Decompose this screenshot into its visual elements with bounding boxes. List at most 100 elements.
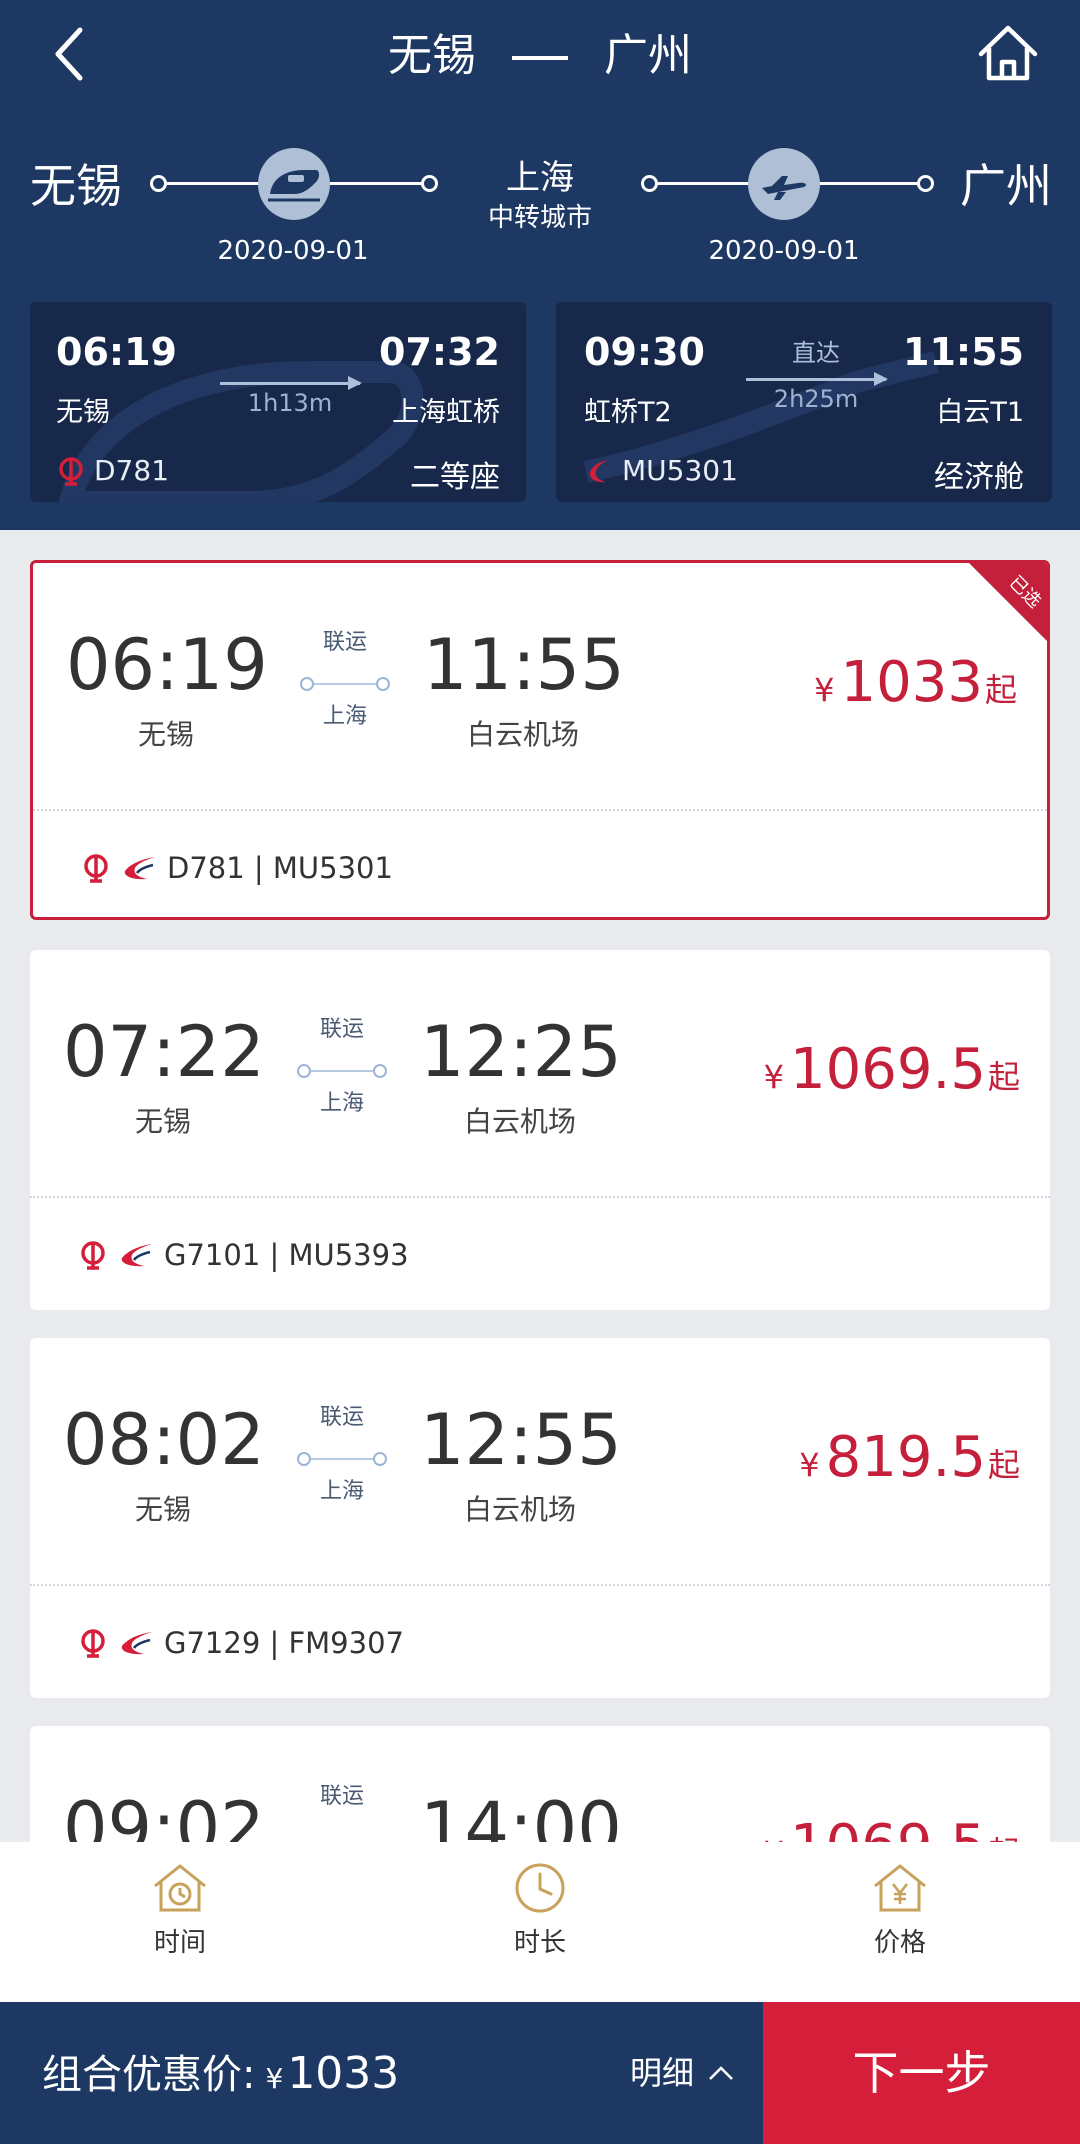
transfer-city-name: 上海 <box>506 158 574 198</box>
railway-icon <box>81 1241 105 1270</box>
leg-note <box>220 342 360 372</box>
footer-bar: 组合优惠价: ¥1033 明细 下一步 <box>0 2002 1080 2144</box>
result-codes: G7101 | MU5393 <box>78 1238 409 1272</box>
combo-price: 组合优惠价: ¥1033 <box>42 2048 400 2099</box>
result-depart-place: 无锡 <box>137 718 194 751</box>
transfer-city-label: 中转城市 <box>487 203 592 233</box>
railway-icon <box>81 1629 105 1658</box>
result-depart-place: 无锡 <box>134 1105 191 1138</box>
leg-code: MU5301 <box>584 454 738 487</box>
selected-badge: 已选 <box>966 563 1047 644</box>
result-arrive-time: 12:55 <box>420 1399 622 1481</box>
combo-value: 1033 <box>287 2048 400 2099</box>
result-codes: G7129 | FM9307 <box>78 1626 404 1660</box>
leg-seat-class: 二等座 <box>410 460 500 495</box>
divider <box>30 1196 1050 1198</box>
route-dot <box>150 175 167 192</box>
result-link-label: 联运 <box>319 1405 364 1430</box>
leg-arrive-place: 上海虹桥 <box>392 397 500 428</box>
route-dot <box>421 175 438 192</box>
airline-logo-icon <box>121 1632 152 1655</box>
result-connection: 联运 上海 <box>297 1403 387 1505</box>
next-step-button[interactable]: 下一步 <box>763 2002 1080 2144</box>
route-dot <box>917 175 934 192</box>
leg-card-flight[interactable]: 09:30 虹桥T2 直达 2h25m 11:55 白云T1 MU5301 经济… <box>556 302 1052 502</box>
leg-code: D781 <box>56 454 169 487</box>
leg2-date: 2020-09-01 <box>708 236 860 266</box>
route-dot <box>641 175 658 192</box>
route-origin: 无锡 <box>30 159 122 213</box>
result-card-selected[interactable]: 已选 06:19 无锡 联运 上海 11:55 白云机场 ¥1033起 D781… <box>30 560 1050 920</box>
house-clock-icon <box>154 1864 206 1912</box>
leg-depart-place: 无锡 <box>56 397 110 428</box>
leg-depart-time: 09:30 <box>584 330 705 374</box>
house-yen-icon <box>874 1864 926 1912</box>
leg-duration-block: 直达 2h25m <box>746 338 888 413</box>
leg-duration: 1h13m <box>247 389 333 417</box>
transfer-city: 上海 中转城市 <box>460 156 620 236</box>
leg-duration: 2h25m <box>773 385 859 413</box>
connection-line-icon <box>297 1063 387 1079</box>
nav-to: 广州 <box>604 30 692 81</box>
sort-duration-label: 时长 <box>513 1928 566 1958</box>
leg-depart-place: 虹桥T2 <box>584 397 672 428</box>
result-codes: D781 | MU5301 <box>81 851 393 885</box>
plane-icon <box>748 148 820 220</box>
divider <box>30 1584 1050 1586</box>
railway-icon <box>59 456 83 486</box>
arrow-right-icon <box>220 376 362 390</box>
connection-line-icon <box>297 1451 387 1467</box>
page-title: 无锡 广州 <box>0 28 1080 84</box>
result-link-label: 联运 <box>319 1017 364 1042</box>
detail-button[interactable]: 明细 <box>630 2048 734 2098</box>
sort-by-duration[interactable]: 时长 <box>460 1862 620 1959</box>
result-arrive-place: 白云机场 <box>463 1105 576 1138</box>
train-icon <box>258 148 330 220</box>
result-depart-time: 07:22 <box>63 1011 265 1093</box>
result-link-label: 联运 <box>319 1784 364 1809</box>
leg-card-train[interactable]: 06:19 无锡 1h13m 07:32 上海虹桥 D781 二等座 <box>30 302 526 502</box>
combo-label: 组合优惠价: <box>42 2052 256 2098</box>
result-arrive-time: 11:55 <box>423 624 625 706</box>
result-connection: 联运 上海 <box>297 1015 387 1117</box>
sort-price-label: 价格 <box>873 1928 926 1958</box>
result-connection: 联运 <box>297 1782 387 1812</box>
leg-duration-block: 1h13m <box>220 342 362 417</box>
result-depart-place: 无锡 <box>134 1493 191 1526</box>
sort-by-time[interactable]: 时间 <box>100 1862 260 1959</box>
railway-icon <box>84 854 108 883</box>
nav-from: 无锡 <box>388 30 476 81</box>
leg-seat-class: 经济舱 <box>934 460 1024 495</box>
result-via: 上海 <box>319 1091 364 1116</box>
header: 无锡 广州 无锡 2020-09-01 上海 中转城市 2020-09-01 广州 <box>0 0 1080 300</box>
leg-arrive-time: 11:55 <box>903 330 1024 374</box>
route-destination: 广州 <box>960 159 1052 213</box>
route-dash <box>512 56 568 60</box>
result-price: ¥1033起 <box>814 650 1017 715</box>
leg-arrive-time: 07:32 <box>379 330 500 374</box>
home-button[interactable] <box>975 20 1041 86</box>
divider <box>33 809 1047 811</box>
result-link-label: 联运 <box>322 630 367 655</box>
result-card[interactable]: 08:02 无锡 联运 上海 12:55 白云机场 ¥819.5起 G7129 … <box>30 1338 1050 1698</box>
sort-by-price[interactable]: 价格 <box>820 1862 980 1959</box>
airline-logo-icon <box>590 459 608 482</box>
sort-time-label: 时间 <box>153 1928 206 1958</box>
result-depart-time: 06:19 <box>66 624 268 706</box>
home-icon <box>978 25 1038 81</box>
connection-line-icon <box>300 676 390 692</box>
leg-depart-time: 06:19 <box>56 330 177 374</box>
result-via: 上海 <box>322 704 367 729</box>
clock-icon <box>515 1863 565 1913</box>
result-price: ¥819.5起 <box>799 1425 1020 1490</box>
result-connection: 联运 上海 <box>300 628 390 730</box>
result-via: 上海 <box>319 1479 364 1504</box>
chevron-up-icon <box>709 2066 733 2080</box>
result-arrive-place: 白云机场 <box>463 1493 576 1526</box>
leg-note: 直达 <box>792 339 840 367</box>
airline-logo-icon <box>121 1244 152 1267</box>
airline-logo-icon <box>124 857 155 880</box>
result-arrive-time: 12:25 <box>420 1011 622 1093</box>
result-card[interactable]: 07:22 无锡 联运 上海 12:25 白云机场 ¥1069.5起 G7101… <box>30 950 1050 1310</box>
sort-bar: 时间 时长 价格 <box>0 1842 1080 2002</box>
